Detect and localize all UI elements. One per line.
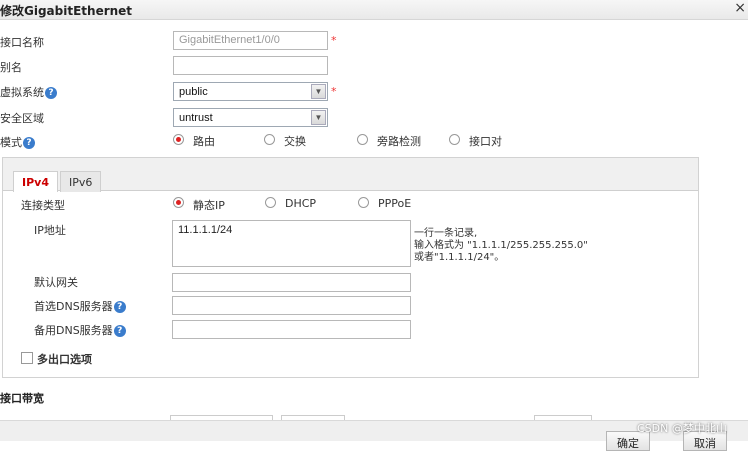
- primary-dns-input[interactable]: [172, 296, 411, 315]
- secondary-dns-input[interactable]: [172, 320, 411, 339]
- mode-label-text: 模式: [0, 136, 22, 149]
- connection-radio-pppoe[interactable]: [358, 197, 369, 208]
- mode-radio-bypass[interactable]: [357, 134, 368, 145]
- primary-dns-label: 首选DNS服务器?: [34, 298, 126, 314]
- tab-bar: IPv4 IPv6: [3, 158, 698, 192]
- connection-type-label: 连接类型: [21, 199, 65, 212]
- dialog-footer: 确定 取消: [0, 420, 748, 451]
- dialog-title: 修改GigabitEthernet: [0, 4, 133, 18]
- ip-address-hint: 一行一条记录, 输入格式为 "1.1.1.1/255.255.255.0" 或者…: [414, 228, 588, 264]
- hint-line: 一行一条记录,: [414, 228, 478, 239]
- mode-option-interface-pair: 接口对: [469, 135, 502, 148]
- connection-option-static: 静态IP: [193, 199, 225, 212]
- help-icon[interactable]: ?: [113, 325, 126, 337]
- mode-option-bypass: 旁路检测: [377, 135, 421, 148]
- security-zone-label: 安全区域: [0, 112, 44, 125]
- mode-option-switch: 交换: [284, 135, 306, 148]
- secondary-dns-label: 备用DNS服务器?: [34, 322, 126, 338]
- security-zone-value: untrust: [179, 112, 213, 124]
- mode-radio-switch[interactable]: [264, 134, 275, 145]
- interface-name-input: GigabitEthernet1/0/0: [173, 31, 328, 50]
- watermark: CSDN @梦中北山: [637, 422, 727, 435]
- interface-name-label: 接口名称: [0, 36, 44, 49]
- help-icon[interactable]: ?: [23, 137, 35, 149]
- mode-radio-interface-pair[interactable]: [449, 134, 460, 145]
- multi-egress-checkbox[interactable]: [21, 352, 33, 364]
- hint-line: 或者"1.1.1.1/24"。: [414, 252, 505, 263]
- mode-radio-route[interactable]: [173, 134, 184, 145]
- alias-label: 别名: [0, 61, 22, 74]
- tab-ipv4[interactable]: IPv4: [13, 171, 58, 192]
- mode-option-route: 路由: [193, 135, 215, 148]
- tab-ipv6[interactable]: IPv6: [60, 171, 102, 192]
- hint-line: 输入格式为 "1.1.1.1/255.255.255.0": [414, 240, 588, 251]
- secondary-dns-label-text: 备用DNS服务器: [34, 324, 113, 337]
- alias-input[interactable]: [173, 56, 328, 75]
- security-zone-select[interactable]: untrust ▼: [173, 108, 328, 127]
- help-icon[interactable]: ?: [45, 87, 57, 99]
- bandwidth-section-title: 接口带宽: [0, 392, 44, 405]
- primary-dns-label-text: 首选DNS服务器: [34, 300, 113, 313]
- virtual-system-label: 虚拟系统?: [0, 84, 57, 100]
- ip-address-textarea[interactable]: 11.1.1.1/24: [172, 220, 411, 267]
- mode-label: 模式?: [0, 134, 35, 150]
- default-gateway-label: 默认网关: [34, 276, 78, 289]
- ip-address-label: IP地址: [34, 224, 66, 237]
- required-mark: *: [331, 34, 337, 47]
- virtual-system-label-text: 虚拟系统: [0, 86, 44, 99]
- connection-option-pppoe: PPPoE: [378, 197, 412, 210]
- required-mark: *: [331, 85, 337, 98]
- dialog-titlebar: 修改GigabitEthernet ×: [0, 0, 748, 20]
- connection-radio-dhcp[interactable]: [265, 197, 276, 208]
- multi-egress-label: 多出口选项: [37, 353, 92, 366]
- virtual-system-value: public: [179, 86, 208, 98]
- connection-radio-static[interactable]: [173, 197, 184, 208]
- connection-option-dhcp: DHCP: [285, 197, 317, 210]
- help-icon[interactable]: ?: [113, 301, 126, 313]
- default-gateway-input[interactable]: [172, 273, 411, 292]
- virtual-system-select[interactable]: public ▼: [173, 82, 328, 101]
- ip-config-panel: IPv4 IPv6: [2, 157, 699, 378]
- chevron-down-icon[interactable]: ▼: [311, 84, 326, 99]
- chevron-down-icon[interactable]: ▼: [311, 110, 326, 125]
- close-icon[interactable]: ×: [734, 0, 746, 16]
